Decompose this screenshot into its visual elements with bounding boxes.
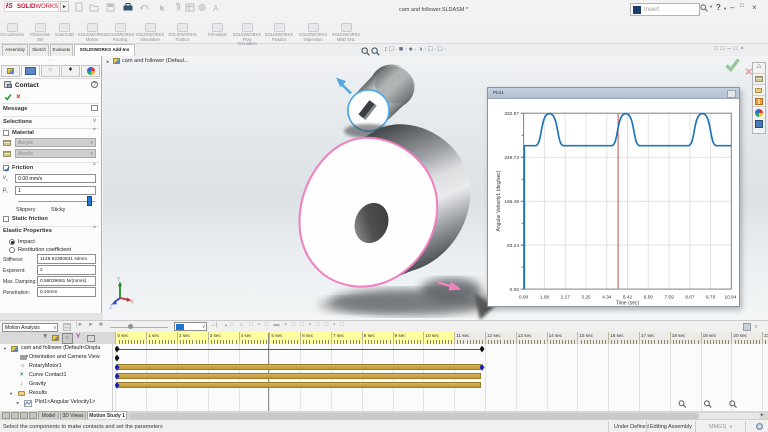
svg-text:0.00: 0.00 <box>510 287 520 293</box>
svg-text:Y: Y <box>117 277 121 283</box>
svg-text:83.24: 83.24 <box>507 243 519 249</box>
svg-text:7.59: 7.59 <box>664 295 674 301</box>
svg-text:6.50: 6.50 <box>644 295 654 301</box>
svg-text:8.67: 8.67 <box>685 295 695 301</box>
svg-text:2.17: 2.17 <box>561 295 571 301</box>
svg-text:332.97: 332.97 <box>504 111 519 117</box>
svg-text:Angular Velocity1 (deg/sec): Angular Velocity1 (deg/sec) <box>496 170 502 231</box>
svg-text:166.49: 166.49 <box>504 199 519 205</box>
svg-text:A: A <box>213 4 219 13</box>
svg-text:Z: Z <box>110 305 113 311</box>
svg-text:X: X <box>131 300 135 306</box>
svg-text:1.08: 1.08 <box>540 295 550 301</box>
svg-text:249.73: 249.73 <box>504 155 519 161</box>
svg-text:3.25: 3.25 <box>581 295 591 301</box>
svg-text:0.00: 0.00 <box>519 295 529 301</box>
svg-text:9.76: 9.76 <box>706 295 716 301</box>
svg-text:10.84: 10.84 <box>724 295 736 301</box>
svg-text:4.34: 4.34 <box>602 295 612 301</box>
svg-text:Time (sec): Time (sec) <box>616 301 640 307</box>
